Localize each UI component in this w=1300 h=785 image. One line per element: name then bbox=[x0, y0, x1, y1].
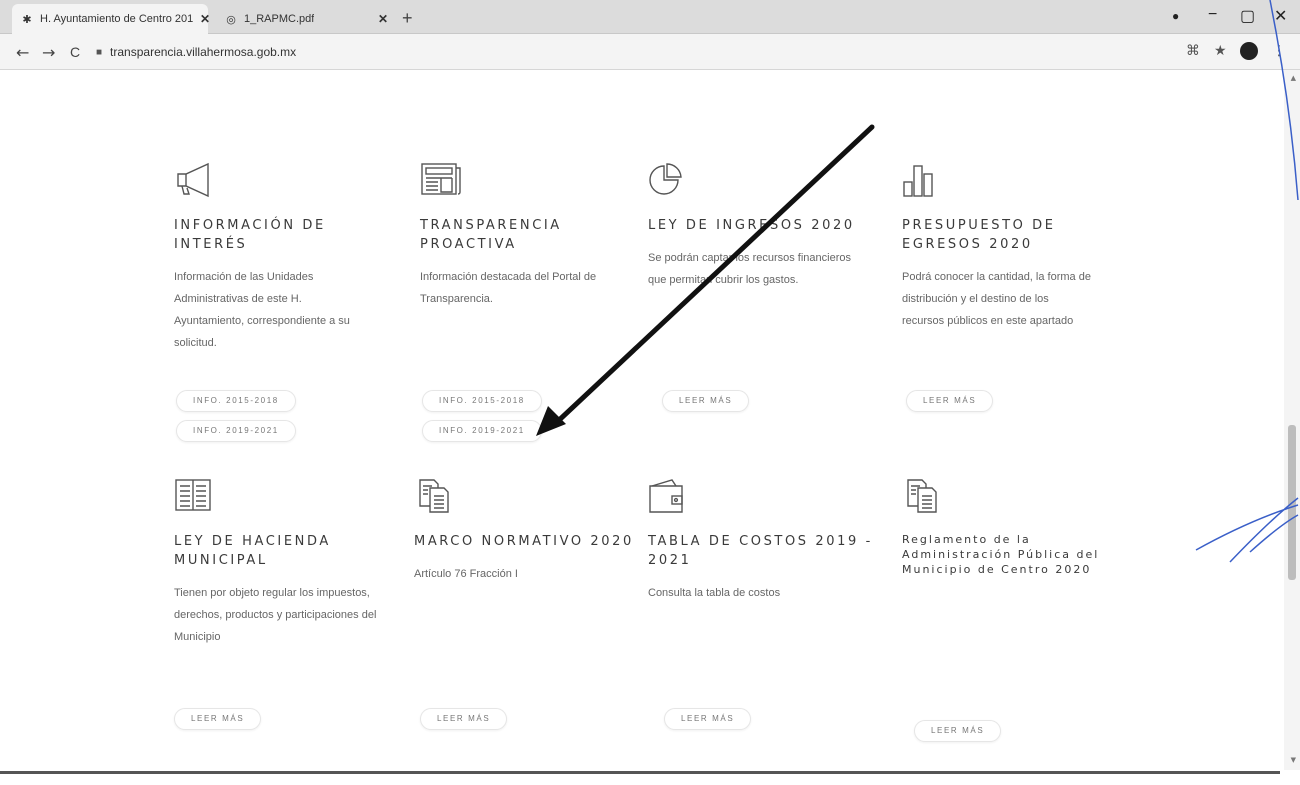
info-2019-2021-button[interactable]: INFO. 2019-2021 bbox=[176, 420, 296, 442]
leer-mas-button[interactable]: LEER MÁS bbox=[420, 708, 508, 730]
info-2015-2018-button[interactable]: INFO. 2015-2018 bbox=[422, 390, 542, 412]
address-bar: ← → C ■ transparencia.villahermosa.gob.m… bbox=[0, 34, 1300, 70]
forward-button[interactable]: → bbox=[42, 43, 55, 62]
book-icon bbox=[175, 479, 211, 511]
url-text: transparencia.villahermosa.gob.mx bbox=[110, 45, 297, 59]
card-title: TABLA DE COSTOS 2019 - 2021 bbox=[648, 534, 873, 568]
back-button[interactable]: ← bbox=[16, 43, 29, 62]
maximize-button[interactable]: ▢ bbox=[1240, 6, 1255, 26]
palm-favicon-icon: ✱ bbox=[22, 13, 32, 26]
scroll-down-icon[interactable]: ▼ bbox=[1291, 756, 1296, 764]
bookmark-star-icon[interactable]: ★ bbox=[1214, 43, 1227, 59]
card-marco-normativo: MARCO NORMATIVO 2020 Artículo 76 Fracció… bbox=[414, 478, 639, 585]
card-title: TRANSPARENCIA PROACTIVA bbox=[420, 218, 562, 252]
card-description: Consulta la tabla de costos bbox=[648, 587, 781, 599]
tab-pdf[interactable]: ◎ 1_RAPMC.pdf ✕ bbox=[216, 4, 396, 34]
menu-kebab-icon[interactable]: ⋮ bbox=[1272, 43, 1286, 59]
vertical-scrollbar[interactable]: ▲ ▼ bbox=[1284, 70, 1300, 770]
card-presupuesto-egresos: PRESUPUESTO DE EGRESOS 2020 Podrá conoce… bbox=[902, 162, 1127, 332]
card-title: Reglamento de la Administración Pública … bbox=[902, 533, 1100, 576]
card-tabla-costos: TABLA DE COSTOS 2019 - 2021 Consulta la … bbox=[648, 478, 873, 604]
documents-icon bbox=[419, 479, 449, 513]
card-description: Artículo 76 Fracción I bbox=[414, 568, 518, 580]
card-informacion-interes: INFORMACIÓN DE INTERÉS Información de la… bbox=[174, 162, 399, 354]
tab-close-icon[interactable]: ✕ bbox=[200, 12, 210, 26]
megaphone-icon bbox=[177, 162, 209, 198]
wallet-icon bbox=[649, 479, 683, 513]
newspaper-icon bbox=[421, 163, 461, 195]
scroll-up-icon[interactable]: ▲ bbox=[1291, 74, 1296, 82]
card-title: LEY DE HACIENDA MUNICIPAL bbox=[174, 534, 331, 568]
tab-title: H. Ayuntamiento de Centro 201 bbox=[40, 13, 194, 25]
info-2015-2018-button[interactable]: INFO. 2015-2018 bbox=[176, 390, 296, 412]
leer-mas-button[interactable]: LEER MÁS bbox=[906, 390, 994, 412]
card-ley-hacienda: LEY DE HACIENDA MUNICIPAL Tienen por obj… bbox=[174, 478, 399, 648]
globe-favicon-icon: ◎ bbox=[226, 13, 236, 26]
url-field[interactable]: ■ transparencia.villahermosa.gob.mx bbox=[96, 39, 1156, 65]
pie-chart-icon bbox=[649, 163, 682, 195]
info-2019-2021-button[interactable]: INFO. 2019-2021 bbox=[422, 420, 542, 442]
tab-ayuntamiento[interactable]: ✱ H. Ayuntamiento de Centro 201 ✕ bbox=[12, 4, 210, 34]
card-description: Información destacada del Portal de Tran… bbox=[420, 271, 597, 305]
card-title: INFORMACIÓN DE INTERÉS bbox=[174, 218, 326, 252]
card-description: Se podrán captar los recursos financiero… bbox=[648, 252, 851, 286]
tab-title: 1_RAPMC.pdf bbox=[244, 13, 315, 25]
leer-mas-button[interactable]: LEER MÁS bbox=[662, 390, 750, 412]
card-transparencia-proactiva: TRANSPARENCIA PROACTIVA Información dest… bbox=[420, 162, 645, 310]
bottom-divider bbox=[0, 771, 1280, 774]
card-description: Podrá conocer la cantidad, la forma de d… bbox=[902, 271, 1091, 327]
new-tab-button[interactable]: + bbox=[402, 8, 413, 29]
card-title: LEY DE INGRESOS 2020 bbox=[648, 218, 855, 233]
leer-mas-button[interactable]: LEER MÁS bbox=[664, 708, 752, 730]
minimize-button[interactable]: − bbox=[1208, 6, 1217, 24]
tab-bar: ✱ H. Ayuntamiento de Centro 201 ✕ ◎ 1_RA… bbox=[0, 0, 1300, 34]
card-reglamento-administracion: Reglamento de la Administración Pública … bbox=[902, 478, 1102, 577]
card-ley-ingresos: LEY DE INGRESOS 2020 Se podrán captar lo… bbox=[648, 162, 873, 291]
avatar[interactable] bbox=[1240, 42, 1258, 60]
documents-icon bbox=[907, 479, 937, 513]
card-title: MARCO NORMATIVO 2020 bbox=[414, 534, 634, 549]
reload-button[interactable]: C bbox=[70, 44, 80, 60]
leer-mas-button[interactable]: LEER MÁS bbox=[914, 720, 1002, 742]
card-description: Tienen por objeto regular los impuestos,… bbox=[174, 587, 377, 643]
page-content: INFORMACIÓN DE INTERÉS Información de la… bbox=[0, 70, 1280, 770]
tab-close-icon[interactable]: ✕ bbox=[378, 12, 388, 26]
account-circle-icon[interactable]: ● bbox=[1172, 9, 1179, 23]
card-description: Información de las Unidades Administrati… bbox=[174, 271, 350, 349]
close-window-button[interactable]: ✕ bbox=[1274, 6, 1287, 26]
card-title: PRESUPUESTO DE EGRESOS 2020 bbox=[902, 218, 1056, 252]
scrollbar-thumb[interactable] bbox=[1288, 425, 1296, 580]
lock-icon: ■ bbox=[96, 46, 103, 58]
leer-mas-button[interactable]: LEER MÁS bbox=[174, 708, 262, 730]
translate-icon[interactable]: ⌘ bbox=[1186, 43, 1200, 59]
bar-chart-icon bbox=[903, 165, 933, 197]
